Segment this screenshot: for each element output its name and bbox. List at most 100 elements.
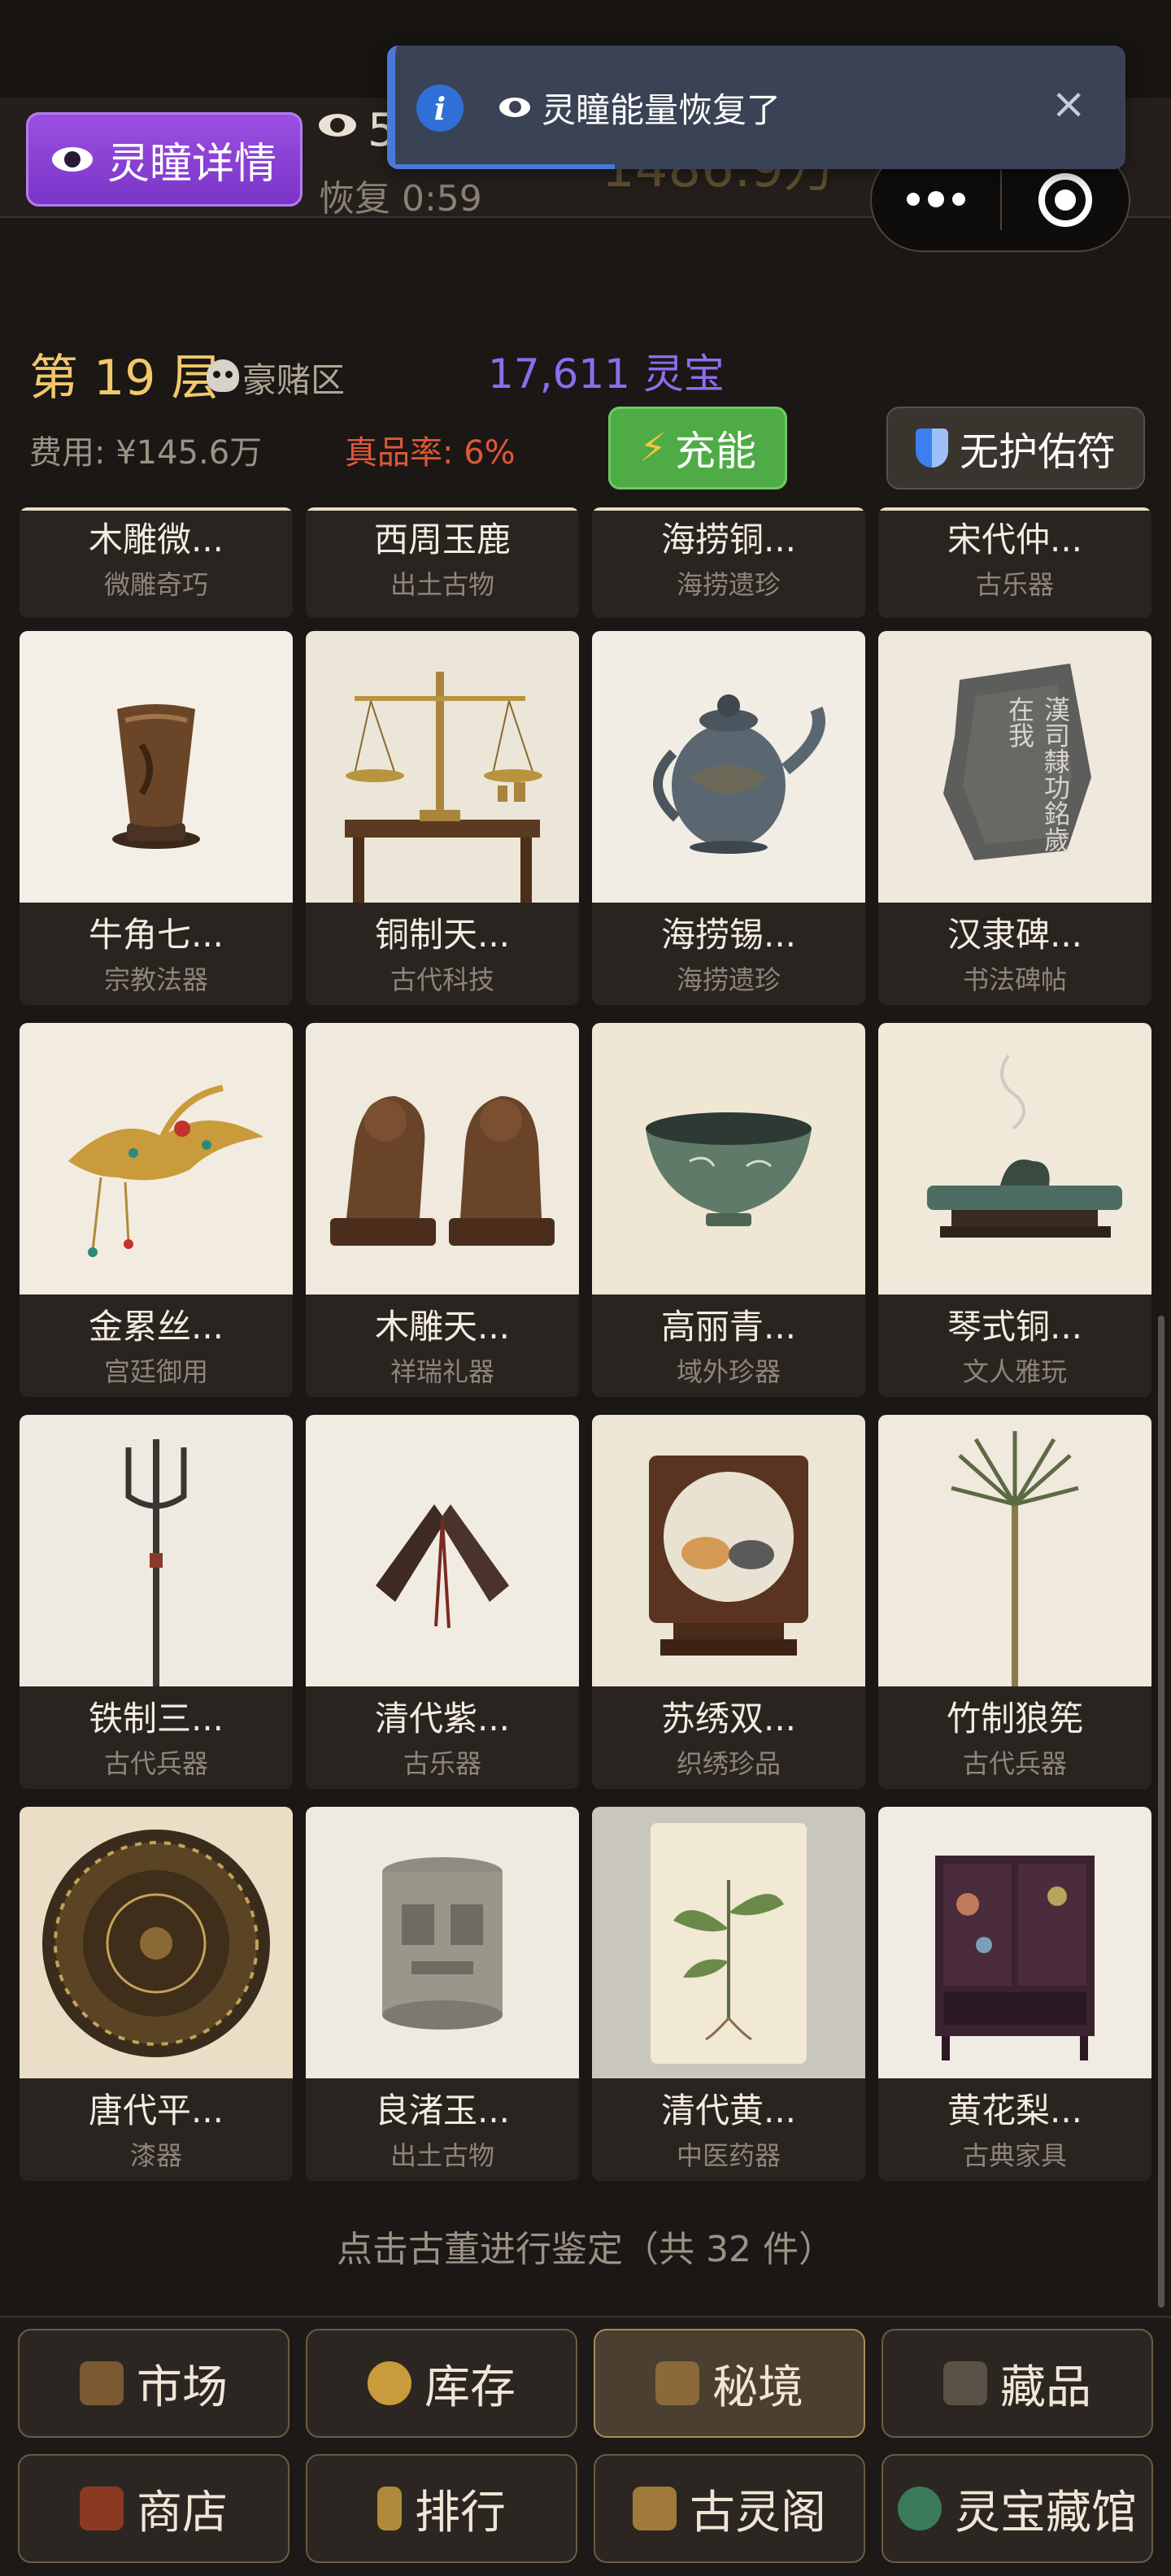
nav-label: 商店 — [137, 2486, 228, 2539]
bronze-mirror-icon — [20, 1807, 293, 2078]
antique-card[interactable]: 唐代平... 漆器 — [20, 1807, 293, 2181]
antique-category: 宗教法器 — [103, 964, 208, 995]
nav-secret-realm[interactable]: 秘境 — [594, 2329, 865, 2438]
antique-category: 微雕奇巧 — [103, 569, 208, 600]
antique-category: 海捞遗珍 — [676, 569, 781, 600]
antique-name: 黄花梨... — [947, 2091, 1083, 2130]
protection-charm-label: 无护佑符 — [959, 429, 1116, 475]
jade-cong-icon — [306, 1807, 579, 2078]
iron-trident-icon — [20, 1415, 293, 1686]
eye-detail-button[interactable]: 灵瞳详情 — [26, 112, 303, 207]
antique-name: 琴式铜... — [947, 1307, 1083, 1347]
nav-label: 市场 — [137, 2361, 228, 2414]
antique-card[interactable]: 高丽青... 域外珍器 — [592, 1023, 865, 1397]
antique-category: 古代兵器 — [103, 1748, 208, 1779]
scrollbar[interactable] — [1158, 1316, 1164, 2308]
antique-category: 古代兵器 — [962, 1748, 1067, 1779]
herbal-painting-icon — [592, 1807, 865, 2078]
nav-label: 藏品 — [1000, 2361, 1091, 2414]
nav-label: 排行 — [415, 2486, 506, 2539]
antique-card[interactable]: 苏绣双... 织绣珍品 — [592, 1415, 865, 1789]
wooden-lions-icon — [306, 1023, 579, 1295]
antique-card[interactable]: 良渚玉... 出土古物 — [306, 1807, 579, 2181]
antique-name: 西周玉鹿 — [373, 520, 511, 559]
antique-category: 古典家具 — [962, 2140, 1067, 2171]
protection-charm-button[interactable]: 无护佑符 — [886, 407, 1145, 490]
antique-name: 清代黄... — [660, 2091, 797, 2130]
antique-card[interactable]: 木雕微... 微雕奇巧 — [20, 507, 293, 618]
nav-market[interactable]: 市场 — [18, 2329, 289, 2438]
antique-name: 宋代仲... — [947, 520, 1083, 559]
antique-name: 木雕天... — [374, 1307, 511, 1347]
celadon-bowl-icon — [592, 1023, 865, 1295]
lightning-icon: ⚡ — [639, 425, 667, 471]
gold-phoenix-hairpin-icon — [20, 1023, 293, 1295]
antique-card[interactable]: 琴式铜... 文人雅玩 — [878, 1023, 1151, 1397]
more-menu-button[interactable] — [872, 191, 1000, 207]
antique-name: 海捞锡... — [660, 915, 797, 955]
antique-category: 域外珍器 — [676, 1356, 781, 1387]
nav-guling-pavilion[interactable]: 古灵阁 — [594, 2454, 865, 2563]
antique-category: 出土古物 — [390, 569, 494, 600]
antique-card[interactable]: 清代紫... 古乐器 — [306, 1415, 579, 1789]
secret-realm-icon — [655, 2361, 699, 2405]
lacquer-cabinet-icon — [878, 1807, 1151, 2078]
lingbao-museum-icon — [898, 2487, 942, 2530]
charge-label: 充能 — [674, 428, 756, 475]
appraise-hint: 点击古董进行鉴定（共 32 件） — [337, 2229, 834, 2270]
antique-category: 海捞遗珍 — [676, 964, 781, 995]
antique-grid: 木雕微... 微雕奇巧 西周玉鹿 出土古物 海捞铜... 海捞遗珍 宋代仲...… — [0, 507, 1171, 2316]
bamboo-langxian-icon — [878, 1415, 1151, 1686]
antique-category: 祥瑞礼器 — [390, 1356, 494, 1387]
antique-card[interactable]: 西周玉鹿 出土古物 — [306, 507, 579, 618]
antique-card[interactable]: 漢司隸功銘歲在我 汉隶碑... 书法碑帖 — [878, 631, 1151, 1005]
antique-card[interactable]: 海捞锡... 海捞遗珍 — [592, 631, 865, 1005]
antique-card[interactable]: 黄花梨... 古典家具 — [878, 1807, 1151, 2181]
market-icon — [80, 2361, 124, 2405]
tin-teapot-icon — [592, 631, 865, 903]
inventory-icon — [368, 2361, 411, 2405]
antique-card[interactable]: 铜制天... 古代科技 — [306, 631, 579, 1005]
skull-icon — [207, 359, 239, 392]
embroidered-cat-screen-icon — [592, 1415, 865, 1686]
antique-card[interactable]: 竹制狼筅 古代兵器 — [878, 1415, 1151, 1789]
antique-name: 高丽青... — [660, 1307, 797, 1347]
authentic-rate: 真品率: 6% — [345, 434, 516, 472]
nav-shop[interactable]: 商店 — [18, 2454, 289, 2563]
nav-inventory[interactable]: 库存 — [306, 2329, 577, 2438]
energy-eye-icon — [319, 114, 356, 137]
antique-name: 海捞铜... — [660, 520, 797, 559]
zone-label: 豪赌区 — [242, 360, 346, 400]
antique-card[interactable]: 宋代仲... 古乐器 — [878, 507, 1151, 618]
wooden-clappers-icon — [306, 1415, 579, 1686]
collection-icon — [943, 2361, 987, 2405]
antique-card[interactable]: 铁制三... 古代兵器 — [20, 1415, 293, 1789]
bottom-navigation: 市场 库存 秘境 藏品 商店 排行 古灵阁 灵宝藏馆 — [0, 2316, 1171, 2576]
antique-category: 漆器 — [129, 2140, 182, 2171]
antique-card[interactable]: 金累丝... 宫廷御用 — [20, 1023, 293, 1397]
antique-category: 古代科技 — [390, 964, 494, 995]
nav-ranking[interactable]: 排行 — [306, 2454, 577, 2563]
antique-name: 木雕微... — [88, 520, 224, 559]
antique-card[interactable]: 木雕天... 祥瑞礼器 — [306, 1023, 579, 1397]
nav-collection[interactable]: 藏品 — [882, 2329, 1153, 2438]
toast-progress — [395, 164, 615, 169]
nav-lingbao-museum[interactable]: 灵宝藏馆 — [882, 2454, 1153, 2563]
target-icon — [1038, 173, 1092, 227]
antique-name: 金累丝... — [88, 1307, 224, 1347]
close-miniprogram-button[interactable] — [1002, 173, 1129, 227]
antique-card[interactable]: 清代黄... 中医药器 — [592, 1807, 865, 2181]
shield-icon — [915, 429, 948, 468]
brass-scale-icon — [306, 631, 579, 903]
toast-close-button[interactable]: × — [1051, 80, 1086, 128]
eye-detail-label: 灵瞳详情 — [107, 139, 276, 189]
ranking-icon — [377, 2487, 402, 2530]
lingbao-balance: 17,611 灵宝 — [488, 350, 725, 398]
antique-category: 古乐器 — [975, 569, 1054, 600]
charge-button[interactable]: ⚡ 充能 — [608, 407, 787, 490]
guling-pavilion-icon — [633, 2487, 677, 2530]
antique-card[interactable]: 海捞铜... 海捞遗珍 — [592, 507, 865, 618]
antique-card[interactable]: 牛角七... 宗教法器 — [20, 631, 293, 1005]
antique-name: 铁制三... — [88, 1699, 224, 1738]
antique-category: 书法碑帖 — [962, 964, 1067, 995]
